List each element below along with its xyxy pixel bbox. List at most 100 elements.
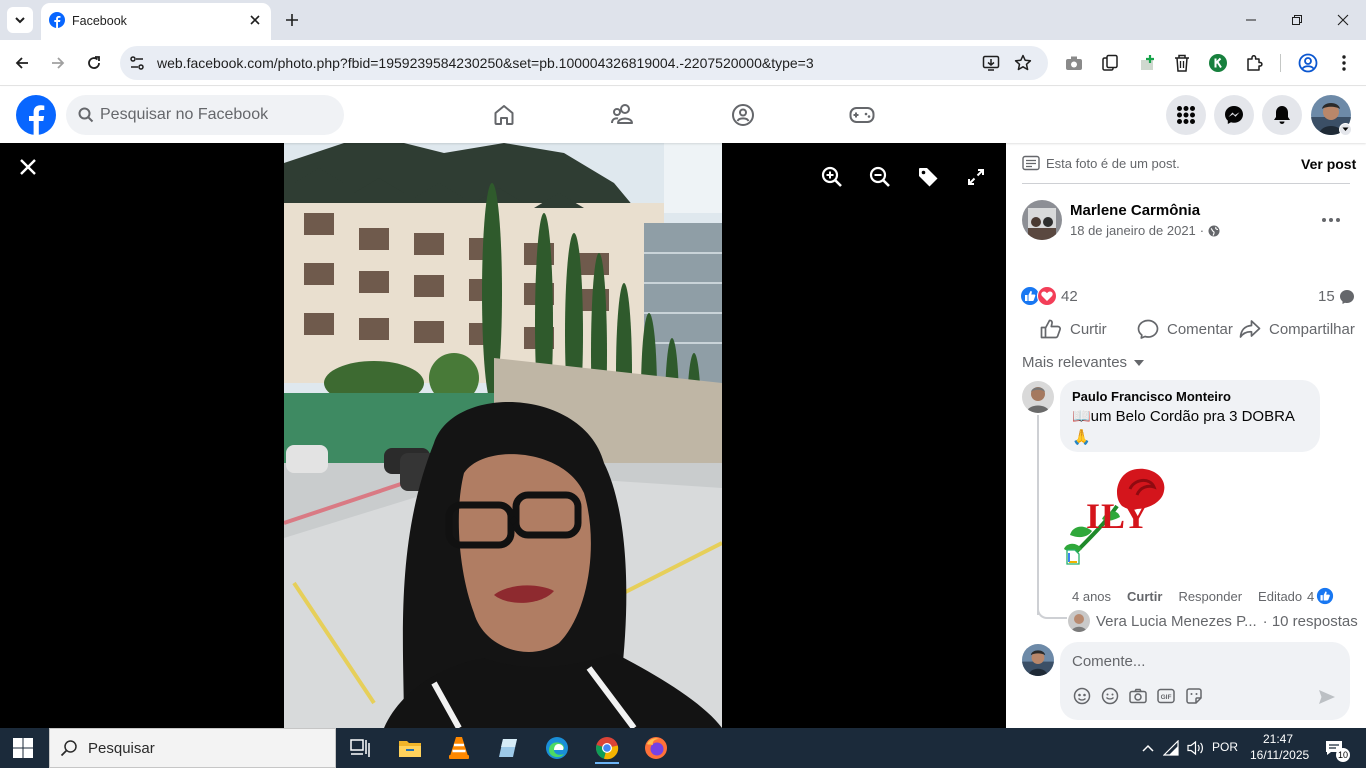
plus-extension-icon[interactable]	[1136, 51, 1160, 75]
share-button[interactable]: Compartilhar	[1239, 318, 1355, 340]
tag-photo-button[interactable]	[908, 157, 948, 197]
zoom-out-button[interactable]	[860, 157, 900, 197]
file-explorer-button[interactable]	[392, 732, 428, 764]
notification-center-button[interactable]: 10	[1324, 738, 1350, 762]
camera-extension-icon[interactable]	[1062, 51, 1086, 75]
profile-icon[interactable]	[1296, 51, 1320, 75]
love-reaction-icon	[1037, 286, 1057, 306]
author-avatar[interactable]	[1022, 200, 1062, 240]
close-icon	[20, 159, 36, 175]
url-text[interactable]: web.facebook.com/photo.php?fbid=19592395…	[157, 55, 814, 71]
comment-input[interactable]	[1072, 650, 1332, 672]
post-date[interactable]: 18 de janeiro de 2021 ·	[1070, 223, 1220, 238]
account-chevron-icon[interactable]	[1339, 123, 1352, 136]
notes-app-icon	[499, 739, 517, 757]
taskbar-search[interactable]: Pesquisar	[49, 728, 336, 768]
comment-reactions[interactable]: 4	[1307, 587, 1335, 605]
commenter-avatar[interactable]	[1022, 381, 1054, 413]
back-button[interactable]	[10, 51, 34, 75]
facebook-search[interactable]	[66, 95, 344, 135]
copy-extension-icon[interactable]	[1098, 51, 1122, 75]
comment-reply-link[interactable]: Responder	[1178, 589, 1242, 604]
clock[interactable]: 21:47 16/11/2025	[1250, 731, 1309, 763]
nav-groups[interactable]	[727, 99, 759, 131]
share-icon	[1239, 320, 1261, 338]
facebook-search-input[interactable]	[100, 95, 330, 135]
post-photo[interactable]	[284, 143, 722, 728]
avatar-sticker-button[interactable]	[1072, 686, 1092, 706]
see-post-link[interactable]: Ver post	[1301, 156, 1356, 172]
close-window-button[interactable]	[1331, 9, 1355, 31]
facebook-logo-icon[interactable]	[16, 95, 56, 135]
arrow-right-icon	[52, 57, 65, 69]
input-language[interactable]: POR	[1212, 740, 1238, 754]
menu-button[interactable]	[1166, 95, 1206, 135]
reaction-count[interactable]: 42	[1061, 288, 1078, 305]
sticker-button[interactable]	[1184, 686, 1204, 706]
reply-author-name: Vera Lucia Menezes P...	[1096, 612, 1257, 630]
messenger-button[interactable]	[1214, 95, 1254, 135]
reload-button[interactable]	[82, 51, 106, 75]
install-app-icon[interactable]	[982, 54, 1000, 72]
nav-gaming[interactable]	[846, 99, 878, 131]
firefox-button[interactable]	[638, 732, 674, 764]
post-date-text[interactable]: 18 de janeiro de 2021	[1070, 223, 1196, 238]
post-author-name[interactable]: Marlene Carmônia	[1070, 202, 1200, 219]
browser-menu-icon[interactable]	[1332, 51, 1356, 75]
comment-author[interactable]: Paulo Francisco Monteiro	[1072, 389, 1231, 404]
volume-icon[interactable]	[1186, 738, 1206, 758]
send-comment-button[interactable]	[1316, 686, 1338, 708]
tab-close-button[interactable]	[247, 12, 263, 28]
emoji-button[interactable]	[1100, 686, 1120, 706]
notes-app-button[interactable]	[490, 732, 526, 764]
trash-extension-icon[interactable]	[1170, 51, 1194, 75]
bookmark-star-icon[interactable]	[1014, 54, 1032, 72]
minimize-button[interactable]	[1239, 9, 1263, 31]
network-icon[interactable]	[1162, 738, 1182, 758]
fullscreen-button[interactable]	[956, 157, 996, 197]
bell-icon	[1274, 106, 1290, 124]
active-app-indicator	[595, 762, 619, 764]
edge-icon	[546, 737, 568, 759]
view-replies-link[interactable]: Vera Lucia Menezes P... · 10 respostas	[1068, 610, 1358, 632]
address-bar[interactable]: web.facebook.com/photo.php?fbid=19592395…	[120, 46, 1048, 80]
extensions-puzzle-icon[interactable]	[1242, 51, 1266, 75]
vlc-button[interactable]	[441, 732, 477, 764]
chrome-button[interactable]	[589, 732, 625, 764]
reaction-icons[interactable]	[1020, 286, 1057, 306]
site-info-icon[interactable]	[128, 54, 146, 72]
notifications-button[interactable]	[1262, 95, 1302, 135]
nav-home[interactable]	[488, 99, 520, 131]
thread-line	[1037, 415, 1039, 615]
start-button[interactable]	[12, 737, 34, 759]
edge-button[interactable]	[539, 732, 575, 764]
nav-friends[interactable]	[607, 99, 639, 131]
comment-count-text[interactable]: 15	[1318, 288, 1335, 305]
gif-button[interactable]: GIF	[1156, 686, 1176, 706]
like-button[interactable]: Curtir	[1040, 318, 1107, 340]
comment-count[interactable]: 15	[1318, 288, 1355, 305]
photo-attach-button[interactable]	[1128, 686, 1148, 706]
tab-search-button[interactable]	[7, 7, 33, 33]
show-hidden-icons-button[interactable]	[1138, 738, 1158, 758]
new-tab-button[interactable]	[282, 10, 302, 30]
comment-sticker[interactable]: ILY	[1062, 461, 1172, 571]
minimize-icon	[1246, 19, 1256, 21]
k-extension-icon[interactable]	[1206, 51, 1230, 75]
close-icon	[250, 15, 260, 25]
zoom-in-button[interactable]	[812, 157, 852, 197]
comment-sort-dropdown[interactable]: Mais relevantes	[1022, 354, 1145, 371]
comment-age[interactable]: 4 anos	[1072, 589, 1111, 604]
post-options-button[interactable]	[1318, 207, 1344, 233]
task-view-button[interactable]	[342, 732, 378, 764]
reload-icon	[88, 56, 100, 69]
comment-edited-label[interactable]: Editado	[1258, 589, 1302, 604]
restore-button[interactable]	[1285, 9, 1309, 31]
post-side-panel: Esta foto é de um post. Ver post Marlene…	[1006, 143, 1366, 728]
close-viewer-button[interactable]	[14, 153, 42, 181]
search-icon	[60, 740, 77, 757]
comment-button[interactable]: Comentar	[1137, 318, 1233, 340]
comment-like-link[interactable]: Curtir	[1127, 589, 1162, 604]
browser-tab-facebook[interactable]: Facebook	[41, 3, 271, 40]
forward-button[interactable]	[46, 51, 70, 75]
